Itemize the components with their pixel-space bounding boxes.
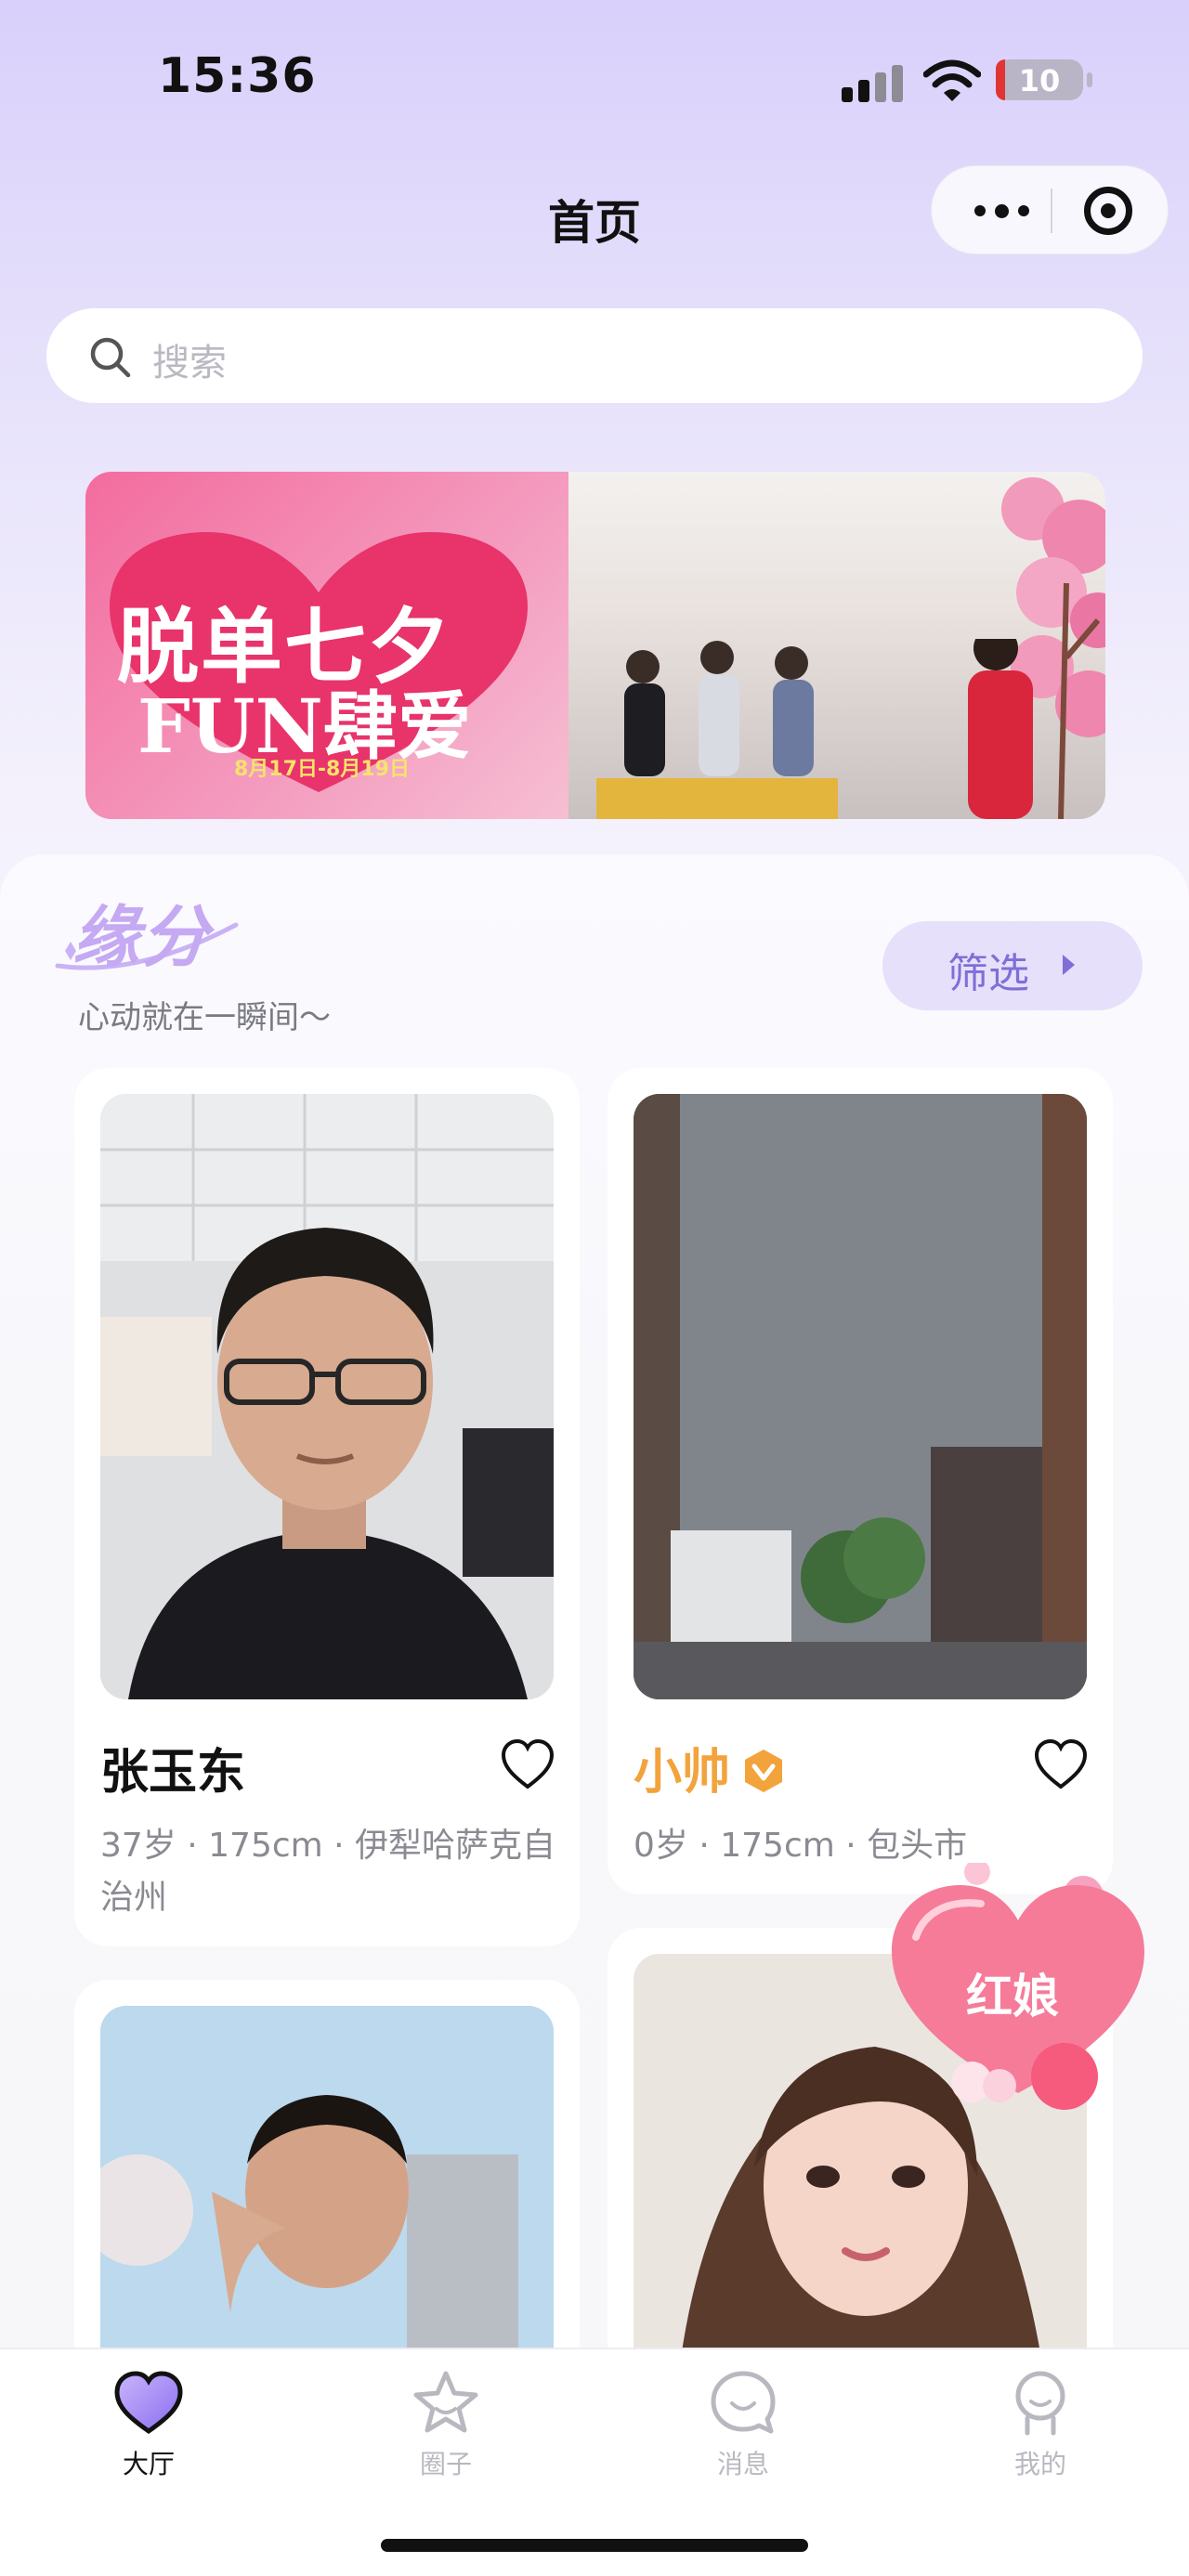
section-title: 缘分	[72, 897, 211, 976]
person-icon	[1015, 2371, 1065, 2436]
home-indicator[interactable]	[381, 2539, 808, 2552]
star-icon	[413, 2371, 478, 2433]
banner-date: 8月17日-8月19日	[234, 758, 410, 781]
crowd-illustration	[596, 639, 1033, 819]
verified-badge-icon	[745, 1750, 782, 1792]
tab-mine[interactable]: 我的	[966, 2368, 1115, 2507]
promo-banner[interactable]: 脱单七夕 FUN肆爱 8月17日-8月19日	[85, 472, 1105, 819]
battery-cap	[1087, 72, 1092, 87]
matchmaker-label: 红娘	[966, 1970, 1059, 2023]
section-subtitle: 心动就在一瞬间～	[78, 999, 331, 1036]
profile-info: 37岁 · 175cm · 伊犁哈萨克自治州	[100, 1827, 556, 1917]
battery-level: 10	[1018, 63, 1061, 98]
man-portrait-illustration	[100, 1094, 554, 1699]
tab-label: 大厅	[122, 2449, 175, 2479]
tab-label: 我的	[1013, 2449, 1066, 2479]
status-bar: 15:36 10	[0, 0, 1189, 158]
matchmaker-button[interactable]: 红娘	[888, 1859, 1148, 2123]
profile-photo	[100, 1094, 554, 1699]
tab-circle[interactable]: 圈子	[372, 2368, 520, 2507]
mini-program-capsule	[931, 165, 1169, 254]
profile-card[interactable]: 张玉东 37岁 · 175cm · 伊犁哈萨克自治州	[74, 1068, 580, 1946]
chat-bubble-icon	[711, 2371, 776, 2434]
cellular-signal-icon	[842, 65, 907, 102]
close-mini-program-icon[interactable]	[1084, 187, 1132, 235]
profile-name: 小帅	[634, 1745, 731, 1801]
triangle-right-icon	[1063, 955, 1075, 975]
heart-outline-icon[interactable]	[1033, 1738, 1089, 1790]
page: { "status_bar": { "time": "15:36", "batt…	[0, 0, 1189, 2576]
battery-icon: 10	[996, 59, 1083, 100]
filter-label: 筛选	[947, 950, 1029, 997]
tab-messages[interactable]: 消息	[669, 2368, 817, 2507]
filter-button[interactable]: 筛选	[882, 921, 1143, 1010]
profile-photo	[634, 1094, 1087, 1699]
heart-outline-icon[interactable]	[500, 1738, 555, 1790]
profile-card[interactable]: 小帅 0岁 · 175cm · 包头市	[608, 1068, 1113, 1894]
tab-hall[interactable]: 大厅	[74, 2368, 223, 2507]
wifi-icon	[923, 59, 981, 101]
heart-icon	[114, 2371, 183, 2435]
search-icon	[90, 337, 131, 378]
more-icon[interactable]	[960, 166, 1043, 255]
tab-label: 圈子	[419, 2449, 472, 2479]
search-input[interactable]: 搜索	[46, 308, 1143, 403]
profile-name: 张玉东	[100, 1745, 246, 1801]
banner-poster: 脱单七夕 FUN肆爱 8月17日-8月19日	[85, 472, 568, 819]
tab-label: 消息	[716, 2449, 769, 2479]
capsule-divider	[1051, 189, 1052, 233]
status-time: 15:36	[158, 48, 317, 104]
banner-photo	[568, 472, 1105, 819]
search-placeholder: 搜索	[152, 342, 227, 384]
city-street-photo	[634, 1094, 1087, 1699]
